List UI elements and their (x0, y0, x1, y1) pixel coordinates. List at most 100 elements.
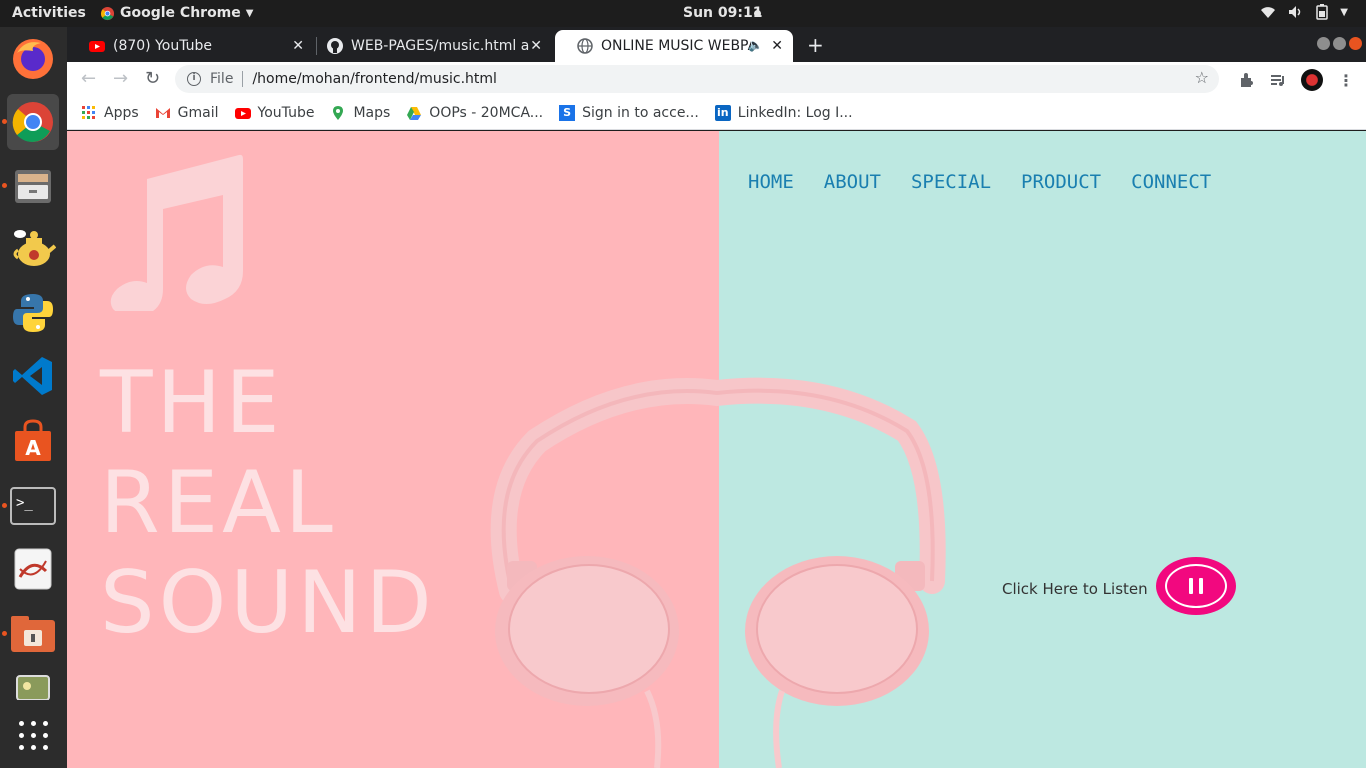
reload-button[interactable]: ↻ (145, 68, 160, 89)
drive-icon (407, 106, 422, 120)
dock-terminal[interactable]: >_ (2, 478, 59, 534)
maps-icon (333, 105, 344, 120)
maximize-button[interactable] (1333, 37, 1346, 50)
tab-title: (870) YouTube (113, 38, 213, 54)
linkedin-icon: in (714, 104, 731, 121)
media-controls-icon[interactable] (1270, 72, 1286, 88)
back-button[interactable]: ← (81, 68, 96, 89)
bookmark-label: LinkedIn: Log I... (737, 104, 853, 121)
listen-label: Click Here to Listen (1002, 580, 1148, 598)
tab-youtube[interactable]: (870) YouTube ✕ (67, 30, 314, 62)
bookmark-label: Gmail (177, 104, 219, 121)
nav-connect[interactable]: CONNECT (1131, 171, 1211, 193)
new-tab-button[interactable]: + (807, 33, 824, 57)
divider (242, 71, 244, 87)
dock-genie[interactable] (7, 221, 59, 277)
grid-icon (18, 720, 48, 750)
show-applications-button[interactable] (7, 707, 59, 763)
archive-folder-icon (11, 616, 55, 652)
bookmark-linkedin[interactable]: in LinkedIn: Log I... (714, 104, 853, 121)
extensions-icon[interactable] (1239, 72, 1255, 88)
photo-icon (16, 675, 50, 700)
bookmark-maps[interactable]: Maps (330, 105, 390, 121)
star-icon[interactable]: ☆ (1195, 68, 1209, 87)
github-icon (327, 38, 343, 54)
dock: A >_ (0, 27, 67, 768)
bookmark-oops[interactable]: OOPs - 20MCA... (406, 105, 543, 121)
system-tray[interactable]: ▼ (1260, 4, 1348, 20)
dock-vscode[interactable] (7, 348, 59, 404)
svg-text:A: A (25, 436, 41, 460)
dock-software-center[interactable]: A (7, 413, 59, 469)
tab-strip: (870) YouTube ✕ WEB-PAGES/music.html a ✕… (67, 27, 1366, 62)
s-icon: S (559, 104, 576, 121)
pause-button[interactable] (1156, 557, 1236, 615)
chevron-down-icon: ▼ (245, 7, 254, 19)
apps-grid-icon (82, 105, 95, 119)
terminal-icon: >_ (10, 487, 56, 525)
pause-icon (1165, 564, 1227, 608)
app-menu[interactable]: Google Chrome ▼ (100, 5, 253, 21)
shopping-bag-icon: A (15, 419, 51, 461)
minimize-button[interactable] (1317, 37, 1330, 50)
url-text[interactable]: /home/mohan/frontend/music.html (252, 71, 497, 87)
bookmark-label: OOPs - 20MCA... (429, 104, 544, 121)
bookmark-sign-in[interactable]: S Sign in to acce... (559, 104, 699, 121)
chrome-icon (12, 102, 53, 142)
tab-title: ONLINE MUSIC WEBPA (601, 38, 751, 54)
youtube-icon (234, 107, 251, 119)
vscode-icon (13, 357, 52, 395)
file-cabinet-icon (15, 170, 51, 203)
profile-avatar[interactable] (1301, 69, 1323, 91)
bookmark-apps[interactable]: Apps (81, 105, 139, 121)
url-scheme: File (210, 71, 234, 87)
pdf-viewer-icon (14, 548, 52, 590)
window-controls (1317, 37, 1362, 50)
tab-online-music[interactable]: ONLINE MUSIC WEBPA 🔈 ✕ (555, 30, 793, 62)
hero-title-line: THE (100, 353, 284, 453)
clock[interactable]: Sun 09:11 (683, 5, 762, 21)
close-icon[interactable]: ✕ (771, 38, 783, 54)
dock-image-viewer[interactable] (7, 666, 59, 700)
dock-archive[interactable] (2, 606, 59, 662)
toolbar-actions: ⋮ (1239, 69, 1354, 91)
speaker-icon[interactable]: 🔈 (748, 38, 763, 52)
address-bar[interactable]: i File /home/mohan/frontend/music.html ☆ (175, 65, 1219, 93)
activities-button[interactable]: Activities (12, 5, 86, 21)
more-menu-icon[interactable]: ⋮ (1338, 71, 1354, 90)
running-indicator (2, 119, 7, 124)
teapot-icon (13, 230, 56, 266)
running-indicator (2, 503, 7, 508)
bookmark-youtube[interactable]: YouTube (234, 104, 315, 121)
bookmark-label: Apps (104, 104, 139, 121)
dock-python[interactable] (7, 285, 59, 341)
gmail-icon (155, 107, 170, 118)
nav-special[interactable]: SPECIAL (911, 171, 991, 193)
dock-document-viewer[interactable] (7, 541, 59, 597)
nav-home[interactable]: HOME (748, 171, 794, 193)
nav-product[interactable]: PRODUCT (1021, 171, 1101, 193)
close-icon[interactable]: ✕ (530, 38, 542, 54)
bookmark-label: YouTube (257, 104, 315, 121)
dock-chrome[interactable] (2, 94, 59, 150)
system-top-bar: Activities Google Chrome ▼ Sun 09:11 ▼ (0, 0, 1366, 27)
info-icon[interactable]: i (187, 72, 201, 86)
notification-dot (754, 10, 761, 17)
close-icon[interactable]: ✕ (292, 38, 304, 54)
nav-about[interactable]: ABOUT (824, 171, 881, 193)
dock-files[interactable] (2, 158, 59, 214)
bookmark-label: Sign in to acce... (582, 104, 699, 121)
browser-toolbar: ← → ↻ i File /home/mohan/frontend/music.… (67, 62, 1366, 96)
dock-firefox[interactable] (7, 31, 59, 87)
main-nav: HOME ABOUT SPECIAL PRODUCT CONNECT (748, 171, 1211, 193)
tab-github[interactable]: WEB-PAGES/music.html a ✕ (305, 30, 552, 62)
globe-icon (577, 38, 593, 54)
youtube-icon (89, 41, 105, 52)
close-window-button[interactable] (1349, 37, 1362, 50)
app-name: Google Chrome (120, 5, 241, 21)
battery-icon (1316, 4, 1329, 20)
bookmark-gmail[interactable]: Gmail (155, 105, 219, 121)
forward-button[interactable]: → (113, 68, 128, 89)
tab-title: WEB-PAGES/music.html a (351, 38, 530, 54)
music-note-icon (110, 154, 243, 311)
